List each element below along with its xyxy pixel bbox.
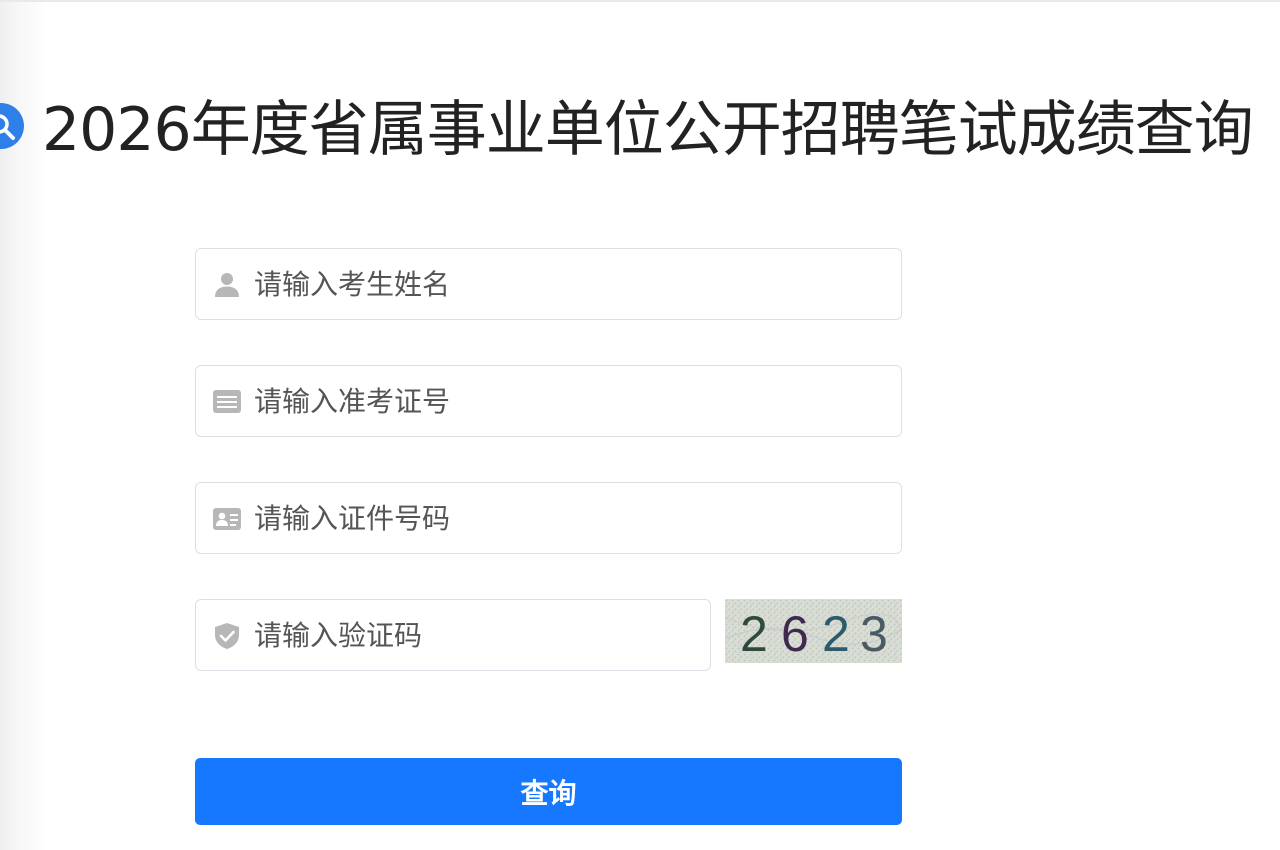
name-input[interactable] xyxy=(254,249,889,319)
search-icon xyxy=(0,103,24,149)
page-title: 2026年度省属事业单位公开招聘笔试成绩查询 xyxy=(42,95,1254,165)
query-page: 2026年度省属事业单位公开招聘笔试成绩查询 请输入考生姓名 请输入准考证号 请… xyxy=(0,0,1280,850)
exam-number-field[interactable] xyxy=(195,365,902,437)
captcha-input[interactable] xyxy=(254,600,698,670)
captcha-digit: 3 xyxy=(860,606,888,662)
submit-button[interactable]: 查询 xyxy=(195,758,902,825)
captcha-digit: 2 xyxy=(822,606,850,662)
captcha-field[interactable] xyxy=(195,599,711,671)
id-card-icon xyxy=(212,505,242,533)
card-list-icon xyxy=(212,388,242,416)
id-number-input[interactable] xyxy=(254,483,889,553)
user-icon xyxy=(212,271,242,299)
id-number-field[interactable] xyxy=(195,482,902,554)
captcha-digit: 6 xyxy=(781,606,809,662)
name-field[interactable] xyxy=(195,248,902,320)
captcha-image[interactable]: 2 6 2 3 xyxy=(725,599,902,663)
exam-number-input[interactable] xyxy=(254,366,889,436)
shield-check-icon xyxy=(212,622,242,650)
captcha-digit: 2 xyxy=(740,606,768,662)
